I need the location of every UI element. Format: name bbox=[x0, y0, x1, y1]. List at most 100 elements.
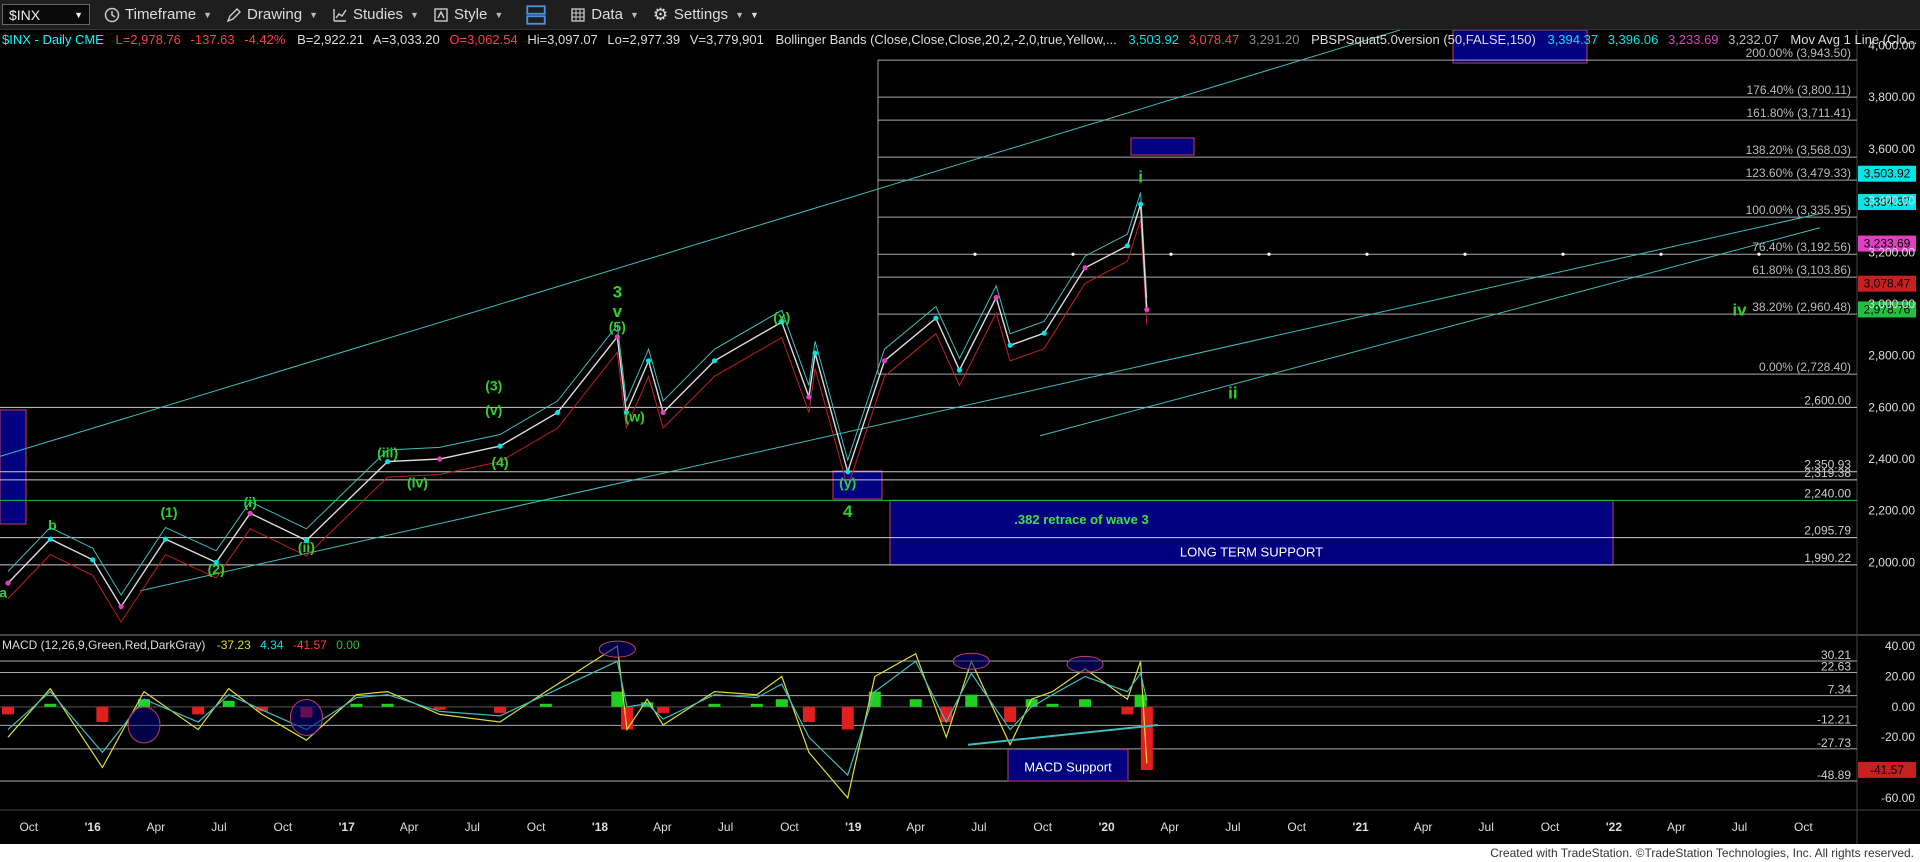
macd-histogram-bar bbox=[1079, 699, 1092, 707]
volume: V=3,779,901 bbox=[690, 32, 764, 47]
price-point bbox=[497, 443, 503, 449]
wave-a-box bbox=[0, 409, 27, 525]
style-menu[interactable]: Style ▼ bbox=[433, 6, 503, 23]
box-label: LONG TERM SUPPORT bbox=[1180, 544, 1323, 559]
wave-label: b bbox=[48, 517, 57, 533]
pbs-3: 3,233.69 bbox=[1668, 32, 1719, 47]
y-tick: 3,200.00 bbox=[1868, 245, 1915, 259]
y-tick: 2,200.00 bbox=[1868, 504, 1915, 518]
fib-label: 200.00% (3,943.50) bbox=[1746, 46, 1851, 60]
macd-histogram-bar bbox=[965, 694, 978, 707]
caret-down-icon: ▼ bbox=[494, 9, 504, 20]
macd-y-tick: 20.00 bbox=[1885, 669, 1915, 683]
pbs-label: PBSPSquat5.0version (50,FALSE,150) bbox=[1311, 32, 1536, 47]
x-tick: '19 bbox=[845, 820, 862, 834]
price-point bbox=[1041, 330, 1047, 336]
price-point bbox=[993, 294, 999, 301]
y-tick: 2,400.00 bbox=[1868, 452, 1915, 466]
wave-label: v bbox=[613, 302, 623, 321]
price-point bbox=[47, 536, 53, 542]
macd-level-label: -48.89 bbox=[1817, 768, 1851, 782]
toolbar: $INX ▼ Timeframe ▼ Drawing ▼ Studies ▼ S… bbox=[0, 0, 1920, 30]
x-tick: Apr bbox=[653, 820, 672, 834]
symbol-input[interactable]: $INX ▼ bbox=[2, 4, 90, 25]
x-tick: Oct bbox=[273, 820, 292, 834]
macd-histogram-bar bbox=[433, 706, 446, 710]
chart-area: 30.2122.637.34-12.21-27.73-48.89MACD Sup… bbox=[0, 30, 1920, 844]
price-point bbox=[614, 334, 620, 340]
x-tick: Oct bbox=[527, 820, 546, 834]
x-tick: '21 bbox=[1352, 820, 1369, 834]
x-tick: Apr bbox=[1414, 820, 1433, 834]
settings-menu[interactable]: ⚙ Settings ▼ bbox=[652, 4, 744, 24]
layout-button[interactable] bbox=[525, 4, 552, 25]
studies-menu[interactable]: Studies ▼ bbox=[332, 6, 419, 23]
wave-label: (5) bbox=[609, 319, 626, 335]
x-tick: Apr bbox=[1667, 820, 1686, 834]
price-point bbox=[90, 557, 96, 563]
dot-marker bbox=[1365, 252, 1369, 256]
wave-label: (i) bbox=[244, 494, 257, 510]
macd-histogram-bar bbox=[44, 703, 57, 707]
macd-level-label: 7.34 bbox=[1828, 683, 1852, 697]
data-menu[interactable]: Data ▼ bbox=[570, 6, 639, 23]
wave-label: (iv) bbox=[407, 474, 428, 490]
macd-highlight-ellipse bbox=[1066, 655, 1104, 673]
macd-value: -37.23 bbox=[217, 638, 251, 652]
wave-label: (x) bbox=[773, 309, 790, 325]
price-point bbox=[1007, 342, 1013, 348]
x-tick: Oct bbox=[1541, 820, 1560, 834]
price-point bbox=[933, 315, 939, 321]
copyright-text: Created with TradeStation. ©TradeStation… bbox=[1490, 846, 1914, 860]
wave-label: (3) bbox=[485, 378, 502, 394]
drawing-menu[interactable]: Drawing ▼ bbox=[226, 6, 318, 23]
ask: A=3,033.20 bbox=[373, 32, 440, 47]
macd-highlight-ellipse bbox=[127, 706, 161, 744]
wave-label: (2) bbox=[208, 561, 225, 577]
x-tick: '20 bbox=[1098, 820, 1115, 834]
gear-icon: ⚙ bbox=[652, 4, 669, 24]
price-point bbox=[660, 409, 666, 416]
y-tick: 3,000.00 bbox=[1868, 297, 1915, 311]
x-tick: Jul bbox=[1732, 820, 1747, 834]
support-label: 1,990.22 bbox=[1804, 551, 1851, 565]
timeframe-menu[interactable]: Timeframe ▼ bbox=[104, 6, 212, 23]
price-point bbox=[956, 367, 963, 373]
x-tick: Apr bbox=[146, 820, 165, 834]
caret-down-icon: ▼ bbox=[203, 9, 213, 20]
x-tick: Jul bbox=[1479, 820, 1494, 834]
studies-icon bbox=[333, 8, 347, 22]
wave-i-box bbox=[1130, 137, 1195, 156]
wave-label: (1) bbox=[160, 504, 177, 520]
dot-marker bbox=[1659, 252, 1663, 256]
x-tick: Oct bbox=[780, 820, 799, 834]
ma-label: Mov Avg 1 Line (Clo... bbox=[1790, 32, 1917, 47]
price-point bbox=[162, 536, 169, 542]
price-tag-label: 3,078.47 bbox=[1864, 277, 1911, 291]
macd-y-tick: -60.00 bbox=[1881, 791, 1915, 805]
layout-icon bbox=[526, 4, 546, 25]
more-menu[interactable]: ▼ bbox=[750, 10, 759, 20]
fib-label: 176.40% (3,800.11) bbox=[1746, 83, 1851, 97]
caret-down-icon: ▼ bbox=[735, 9, 744, 20]
pct-change: -4.42% bbox=[244, 32, 286, 47]
x-tick: Jul bbox=[1225, 820, 1240, 834]
fib-label: 138.20% (3,568.03) bbox=[1746, 143, 1851, 157]
dot-marker bbox=[1169, 252, 1173, 256]
macd-y-tick: 40.00 bbox=[1885, 639, 1915, 653]
dot-marker bbox=[1463, 252, 1467, 256]
price-point bbox=[711, 358, 718, 364]
wave-label: (4) bbox=[491, 454, 508, 470]
y-tick: 2,000.00 bbox=[1868, 555, 1915, 569]
symbol-value: $INX bbox=[9, 6, 41, 23]
support-label: 2,240.00 bbox=[1804, 486, 1851, 500]
price-point bbox=[118, 603, 124, 610]
price-point bbox=[1124, 243, 1131, 249]
wave-label: ii bbox=[1228, 383, 1237, 402]
macd-hist: -41.57 bbox=[293, 638, 327, 652]
y-tick: 3,800.00 bbox=[1868, 90, 1915, 104]
price-point bbox=[1137, 201, 1144, 207]
bb-label: Bollinger Bands (Close,Close,Close,20,2,… bbox=[775, 32, 1116, 47]
macd-level-label: -12.21 bbox=[1817, 712, 1851, 726]
macd-histogram-bar bbox=[1121, 706, 1134, 715]
